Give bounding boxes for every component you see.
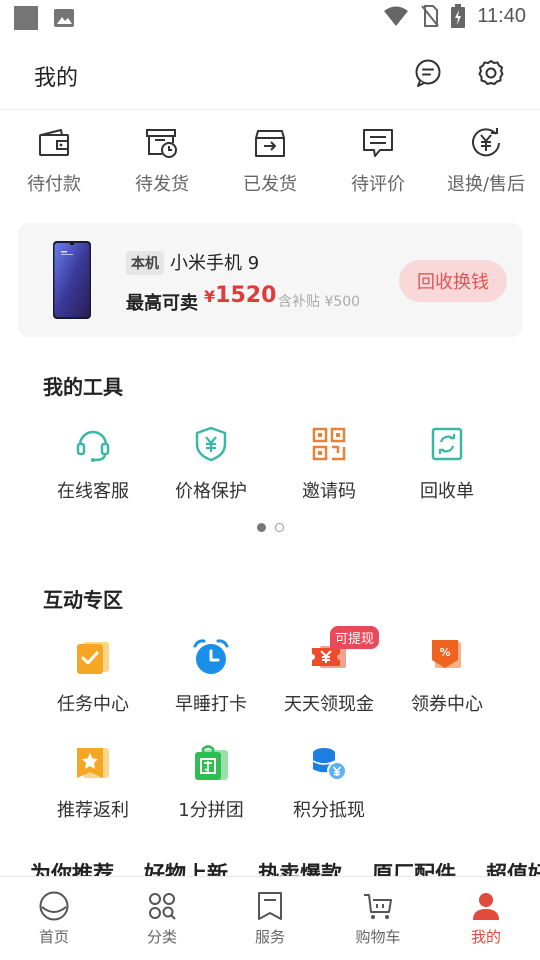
tab-cart[interactable]: 购物车 bbox=[324, 877, 432, 960]
interactive-label: 天天领现金 bbox=[284, 694, 374, 715]
device-tag: 本机 bbox=[126, 251, 164, 275]
tool-label: 邀请码 bbox=[302, 481, 356, 502]
no-sim-icon bbox=[421, 5, 440, 27]
tool-recycle-order[interactable]: 回收单 bbox=[388, 425, 506, 503]
task-icon bbox=[77, 642, 109, 674]
refund-icon bbox=[472, 128, 500, 157]
notification-square-icon bbox=[14, 6, 38, 30]
tab-label: 我的 bbox=[470, 928, 501, 946]
svg-text:%: % bbox=[439, 646, 450, 659]
currency-symbol: ¥ bbox=[204, 287, 216, 306]
battery-charging-icon bbox=[451, 4, 466, 28]
service-icon bbox=[258, 892, 282, 920]
phone-image bbox=[53, 241, 91, 319]
order-label: 待付款 bbox=[27, 174, 81, 195]
tab-category[interactable]: 分类 bbox=[108, 877, 216, 960]
task-center[interactable]: 任务中心 bbox=[34, 638, 152, 716]
points-to-cash[interactable]: 积分抵现 bbox=[270, 744, 388, 822]
tool-label: 价格保护 bbox=[175, 481, 247, 502]
bottom-tab-bar: 首页 分类 服务 购物车 我的 bbox=[0, 876, 540, 960]
page-title: 我的 bbox=[34, 66, 79, 91]
cart-icon bbox=[364, 894, 392, 919]
interactive-label: 推荐返利 bbox=[57, 800, 129, 821]
order-label: 退换/售后 bbox=[446, 174, 526, 195]
max-sell-label: 最高可卖 bbox=[126, 293, 198, 314]
price-value: 1520 bbox=[215, 283, 277, 308]
order-label: 已发货 bbox=[243, 174, 297, 195]
status-bar: 11:40 bbox=[0, 0, 540, 36]
home-icon bbox=[39, 891, 69, 921]
interactive-label: 积分抵现 bbox=[293, 800, 365, 821]
wifi-icon bbox=[384, 6, 409, 26]
daily-cash[interactable]: 天天领现金 bbox=[270, 638, 388, 716]
order-shipped[interactable]: 已发货 bbox=[216, 112, 324, 212]
order-pending-shipment[interactable]: 待发货 bbox=[108, 112, 216, 212]
page-indicator bbox=[257, 523, 284, 532]
order-status-row: 待付款 待发货 已发货 待评价 退换/售后 bbox=[0, 112, 540, 212]
trade-in-card[interactable]: 本机 小米手机 9 最高可卖 ¥1520 含补贴 ¥500 回收换钱 bbox=[18, 223, 522, 337]
tab-profile[interactable]: 我的 bbox=[432, 877, 540, 960]
star-icon bbox=[77, 748, 109, 778]
profile-icon bbox=[473, 893, 499, 920]
wallet-icon bbox=[39, 129, 69, 156]
review-icon bbox=[363, 129, 393, 157]
gear-icon[interactable] bbox=[476, 58, 506, 88]
page-header: 我的 bbox=[0, 36, 540, 110]
interactive-section-title: 互动专区 bbox=[43, 588, 123, 612]
tab-label: 分类 bbox=[146, 928, 177, 946]
coupon-center[interactable]: % 领券中心 bbox=[388, 638, 506, 716]
price-shield-icon bbox=[195, 426, 227, 462]
alarm-clock-icon bbox=[193, 639, 229, 674]
interactive-label: 任务中心 bbox=[57, 694, 129, 715]
tool-price-protection[interactable]: 价格保护 bbox=[152, 425, 270, 503]
subsidy-note: 含补贴 ¥500 bbox=[278, 294, 361, 310]
early-sleep-checkin[interactable]: 早睡打卡 bbox=[152, 638, 270, 716]
page-dot-active bbox=[257, 523, 266, 532]
withdrawable-badge: 可提现 bbox=[330, 626, 380, 649]
clock-time: 11:40 bbox=[477, 4, 526, 27]
tool-label: 在线客服 bbox=[57, 481, 129, 502]
order-label: 待评价 bbox=[351, 174, 405, 195]
trade-in-button[interactable]: 回收换钱 bbox=[399, 260, 507, 302]
tools-section-title: 我的工具 bbox=[43, 375, 123, 399]
tool-online-service[interactable]: 在线客服 bbox=[34, 425, 152, 503]
tool-label: 回收单 bbox=[420, 481, 474, 502]
order-label: 待发货 bbox=[135, 174, 189, 195]
referral-rebate[interactable]: 推荐返利 bbox=[34, 744, 152, 822]
tab-label: 首页 bbox=[38, 928, 69, 946]
image-icon bbox=[54, 9, 74, 27]
tool-invite-code[interactable]: 邀请码 bbox=[270, 425, 388, 503]
order-pending-payment[interactable]: 待付款 bbox=[0, 112, 108, 212]
group-buy-icon bbox=[195, 745, 228, 780]
shipped-box-icon bbox=[255, 130, 285, 157]
tab-label: 服务 bbox=[254, 928, 285, 946]
coins-icon bbox=[312, 748, 347, 781]
order-after-sales[interactable]: 退换/售后 bbox=[432, 112, 540, 212]
pending-shipment-icon bbox=[146, 129, 177, 158]
sell-price: ¥1520 bbox=[204, 283, 276, 308]
page-dot bbox=[275, 523, 284, 532]
device-name: 小米手机 9 bbox=[170, 253, 260, 274]
recycle-icon bbox=[431, 427, 463, 461]
order-to-review[interactable]: 待评价 bbox=[324, 112, 432, 212]
message-icon[interactable] bbox=[413, 58, 443, 88]
group-buy[interactable]: 1分拼团 bbox=[152, 744, 270, 822]
qr-code-icon bbox=[312, 427, 346, 461]
tab-label: 购物车 bbox=[355, 928, 401, 946]
interactive-label: 早睡打卡 bbox=[175, 694, 247, 715]
interactive-label: 1分拼团 bbox=[178, 800, 244, 821]
tab-home[interactable]: 首页 bbox=[0, 877, 108, 960]
headset-icon bbox=[76, 430, 110, 462]
tab-service[interactable]: 服务 bbox=[216, 877, 324, 960]
category-icon bbox=[149, 893, 176, 920]
interactive-label: 领券中心 bbox=[411, 694, 483, 715]
coupon-icon: % bbox=[432, 640, 461, 668]
